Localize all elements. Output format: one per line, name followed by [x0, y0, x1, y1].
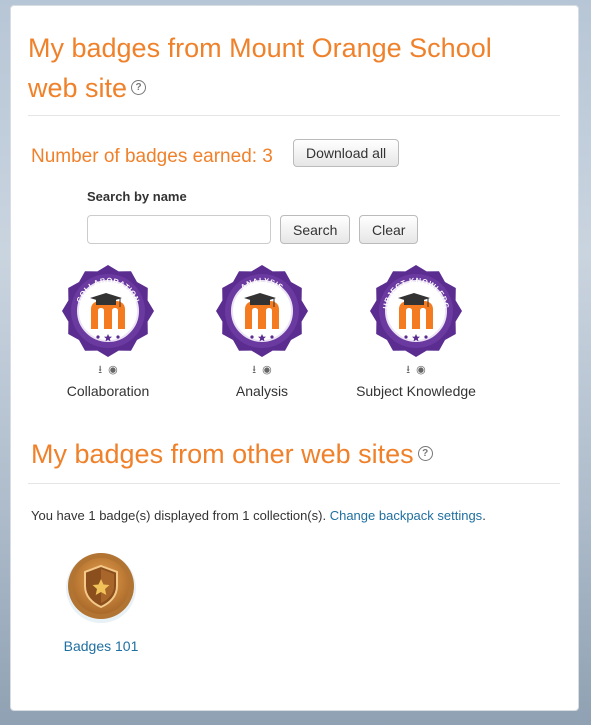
badge-actions: ⭳ ◉: [341, 361, 491, 376]
badge-actions: ⭳ ◉: [187, 361, 337, 376]
change-backpack-settings-link[interactable]: Change backpack settings: [330, 508, 482, 523]
download-all-button[interactable]: Download all: [293, 139, 400, 167]
moodle-badge-icon[interactable]: SUBJECT KNOWLEDGE: [368, 263, 464, 359]
badge-actions: ⭳ ◉: [33, 361, 183, 376]
search-button[interactable]: Search: [280, 215, 351, 244]
backpack-summary: You have 1 badge(s) displayed from 1 col…: [31, 508, 486, 523]
search-label: Search by name: [87, 189, 187, 204]
divider: [28, 115, 560, 116]
badge-name[interactable]: Collaboration: [33, 383, 183, 399]
page-title-text: My badges from Mount Orange School web s…: [28, 33, 492, 103]
badges-earned-count: Number of badges earned: 3: [31, 146, 273, 167]
badge-item[interactable]: SUBJECT KNOWLEDGE ⭳◉ Subject Knowledge: [341, 263, 491, 399]
external-badge-name[interactable]: Badges 101: [56, 638, 146, 654]
shield-star-icon[interactable]: [64, 551, 138, 625]
download-icon[interactable]: ⭳: [406, 361, 410, 380]
clear-button[interactable]: Clear: [359, 215, 419, 244]
external-badges-title: My badges from other web sites?: [31, 436, 433, 472]
moodle-badge-icon[interactable]: COLLABORATION: [60, 263, 156, 359]
eye-icon[interactable]: ◉: [108, 363, 118, 376]
external-badge[interactable]: Badges 101: [56, 551, 146, 654]
external-badges-title-text: My badges from other web sites: [31, 439, 414, 469]
help-icon[interactable]: ?: [417, 446, 433, 462]
page-title: My badges from Mount Orange School web s…: [28, 28, 548, 108]
eye-icon[interactable]: ◉: [262, 363, 272, 376]
summary-period: .: [482, 508, 486, 523]
main-panel: My badges from Mount Orange School web s…: [10, 5, 579, 711]
backpack-summary-text: You have 1 badge(s) displayed from 1 col…: [31, 508, 327, 523]
badge-item[interactable]: ANALYSIS ⭳ ◉ Analysis: [187, 263, 337, 399]
badge-item[interactable]: COLLABORATION ⭳ ◉ Collaboration: [33, 263, 183, 399]
divider: [28, 483, 560, 484]
help-icon[interactable]: ?: [131, 80, 147, 96]
download-icon[interactable]: ⭳: [98, 361, 102, 380]
badge-name[interactable]: Analysis: [187, 383, 337, 399]
moodle-badge-icon[interactable]: ANALYSIS: [214, 263, 310, 359]
eye-icon[interactable]: ◉: [416, 363, 426, 376]
search-input[interactable]: [87, 215, 271, 244]
badge-name[interactable]: Subject Knowledge: [341, 383, 491, 399]
download-icon[interactable]: ⭳: [252, 361, 256, 380]
